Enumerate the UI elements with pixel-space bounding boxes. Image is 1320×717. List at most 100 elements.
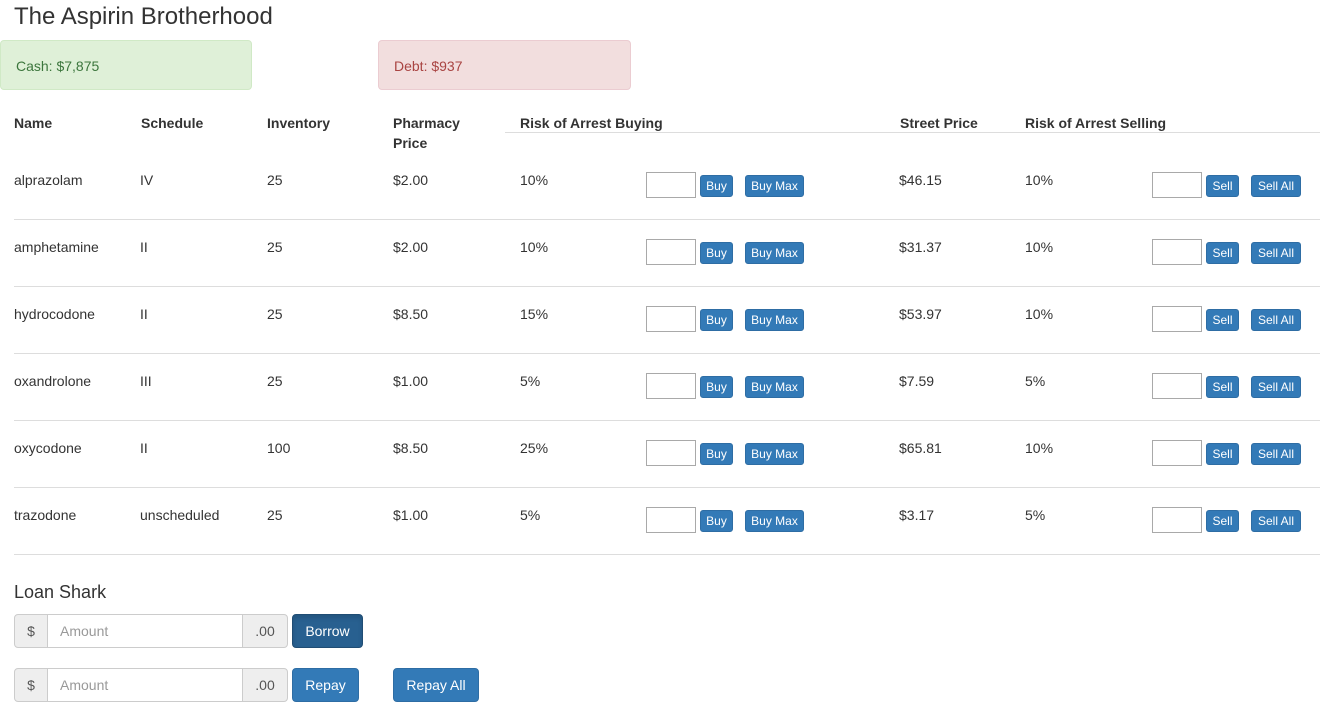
buy-button[interactable]: Buy <box>700 443 733 465</box>
cell-risk-selling: 5% <box>1025 507 1046 523</box>
cell-risk-selling: 10% <box>1025 239 1054 255</box>
buy-button[interactable]: Buy <box>700 175 733 197</box>
buy-max-button[interactable]: Buy Max <box>745 443 804 465</box>
table-row: alprazolam IV 25 $2.00 10% $46.15 10% Buy Buy Ma… <box>14 153 1320 220</box>
buy-max-button[interactable]: Buy Max <box>745 376 804 398</box>
borrow-button[interactable]: Borrow <box>292 614 363 648</box>
buy-button[interactable]: Buy <box>700 510 733 532</box>
cell-name: amphetamine <box>14 239 99 255</box>
buy-quantity-input[interactable] <box>646 373 696 399</box>
cell-risk-buying: 5% <box>520 507 541 523</box>
sell-all-button[interactable]: Sell All <box>1251 242 1301 264</box>
header-name: Name <box>14 115 53 131</box>
cell-street-price: $65.81 <box>899 440 942 456</box>
sell-all-button[interactable]: Sell All <box>1251 175 1301 197</box>
buy-max-button[interactable]: Buy Max <box>745 175 804 197</box>
cell-name: oxandrolone <box>14 373 92 389</box>
cell-risk-buying: 10% <box>520 172 549 188</box>
cell-name: trazodone <box>14 507 77 523</box>
borrow-amount-input[interactable] <box>48 614 242 648</box>
sell-button[interactable]: Sell <box>1206 510 1239 532</box>
cell-inventory: 25 <box>267 373 283 389</box>
header-schedule: Schedule <box>141 115 204 131</box>
buy-quantity-input[interactable] <box>646 239 696 265</box>
cell-schedule: IV <box>140 172 154 188</box>
cell-schedule: II <box>140 440 148 456</box>
cell-name: hydrocodone <box>14 306 95 322</box>
cell-pharmacy-price: $8.50 <box>393 440 429 456</box>
buy-button[interactable]: Buy <box>700 376 733 398</box>
cell-street-price: $3.17 <box>899 507 935 523</box>
sell-button[interactable]: Sell <box>1206 309 1239 331</box>
buy-button[interactable]: Buy <box>700 309 733 331</box>
sell-button[interactable]: Sell <box>1206 175 1239 197</box>
header-pharmacy-price: Pharmacy Price <box>393 113 460 153</box>
sell-all-button[interactable]: Sell All <box>1251 443 1301 465</box>
cell-street-price: $31.37 <box>899 239 942 255</box>
repay-button[interactable]: Repay <box>292 668 359 702</box>
sell-all-button[interactable]: Sell All <box>1251 309 1301 331</box>
cell-name: alprazolam <box>14 172 83 188</box>
sell-quantity-input[interactable] <box>1152 239 1202 265</box>
sell-button[interactable]: Sell <box>1206 443 1239 465</box>
buy-quantity-input[interactable] <box>646 172 696 198</box>
cell-street-price: $53.97 <box>899 306 942 322</box>
cell-pharmacy-price: $2.00 <box>393 239 429 255</box>
cell-inventory: 100 <box>267 440 291 456</box>
debt-alert: Debt: $937 <box>378 40 631 90</box>
cell-schedule: III <box>140 373 152 389</box>
sell-quantity-input[interactable] <box>1152 507 1202 533</box>
sell-quantity-input[interactable] <box>1152 172 1202 198</box>
header-pharmacy-price-line1: Pharmacy <box>393 115 460 131</box>
cell-pharmacy-price: $2.00 <box>393 172 429 188</box>
cell-street-price: $7.59 <box>899 373 935 389</box>
borrow-cents-addon: .00 <box>242 614 288 648</box>
cell-pharmacy-price: $1.00 <box>393 507 429 523</box>
cell-risk-buying: 10% <box>520 239 549 255</box>
table-row: oxycodone II 100 $8.50 25% $65.81 10% Buy Buy Ma… <box>14 421 1320 488</box>
buy-button[interactable]: Buy <box>700 242 733 264</box>
cell-name: oxycodone <box>14 440 82 456</box>
buy-max-button[interactable]: Buy Max <box>745 242 804 264</box>
sell-button[interactable]: Sell <box>1206 242 1239 264</box>
header-risk-buying: Risk of Arrest Buying <box>520 115 663 131</box>
buy-quantity-input[interactable] <box>646 306 696 332</box>
cell-inventory: 25 <box>267 306 283 322</box>
sell-quantity-input[interactable] <box>1152 373 1202 399</box>
cash-alert: Cash: $7,875 <box>0 40 252 90</box>
table-row: hydrocodone II 25 $8.50 15% $53.97 10% Buy Buy M… <box>14 287 1320 354</box>
page-title: The Aspirin Brotherhood <box>14 3 273 30</box>
cell-risk-selling: 10% <box>1025 440 1054 456</box>
header-inventory: Inventory <box>267 115 331 131</box>
sell-quantity-input[interactable] <box>1152 306 1202 332</box>
cell-street-price: $46.15 <box>899 172 942 188</box>
cell-schedule: II <box>140 239 148 255</box>
table-row: trazodone unscheduled 25 $1.00 5% $3.17 5% Buy B… <box>14 488 1320 555</box>
buy-max-button[interactable]: Buy Max <box>745 510 804 532</box>
cell-pharmacy-price: $1.00 <box>393 373 429 389</box>
header-divider <box>505 132 1320 133</box>
cell-inventory: 25 <box>267 239 283 255</box>
repay-currency-addon: $ <box>14 668 48 702</box>
cell-schedule: II <box>140 306 148 322</box>
cell-risk-buying: 5% <box>520 373 541 389</box>
cell-risk-selling: 5% <box>1025 373 1046 389</box>
buy-quantity-input[interactable] <box>646 440 696 466</box>
table-row: oxandrolone III 25 $1.00 5% $7.59 5% Buy Buy Max… <box>14 354 1320 421</box>
sell-button[interactable]: Sell <box>1206 376 1239 398</box>
repay-all-button[interactable]: Repay All <box>393 668 479 702</box>
cell-inventory: 25 <box>267 172 283 188</box>
repay-amount-input[interactable] <box>48 668 242 702</box>
loan-shark-title: Loan Shark <box>14 582 107 602</box>
sell-all-button[interactable]: Sell All <box>1251 510 1301 532</box>
sell-quantity-input[interactable] <box>1152 440 1202 466</box>
sell-all-button[interactable]: Sell All <box>1251 376 1301 398</box>
cell-schedule: unscheduled <box>140 507 220 523</box>
header-risk-selling: Risk of Arrest Selling <box>1025 115 1167 131</box>
cell-pharmacy-price: $8.50 <box>393 306 429 322</box>
table-row: amphetamine II 25 $2.00 10% $31.37 10% Buy Buy M… <box>14 220 1320 287</box>
buy-max-button[interactable]: Buy Max <box>745 309 804 331</box>
borrow-currency-addon: $ <box>14 614 48 648</box>
buy-quantity-input[interactable] <box>646 507 696 533</box>
header-street-price: Street Price <box>900 115 978 131</box>
